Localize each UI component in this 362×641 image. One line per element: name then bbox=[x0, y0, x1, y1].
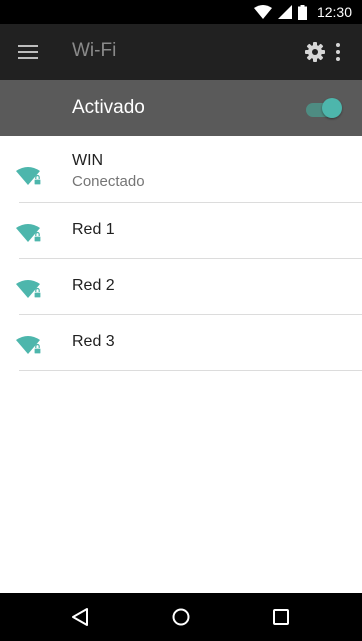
network-list: WIN Conectado Red 1 Red 2 Red 3 bbox=[0, 136, 362, 371]
more-options-button[interactable] bbox=[330, 39, 346, 65]
menu-icon bbox=[18, 45, 38, 59]
wifi-locked-icon bbox=[16, 336, 42, 355]
network-status: Conectado bbox=[72, 173, 145, 190]
network-name: Red 1 bbox=[72, 221, 115, 238]
network-item-red-3[interactable]: Red 3 bbox=[0, 315, 362, 371]
status-bar: 12:30 bbox=[0, 0, 362, 24]
network-item-win[interactable]: WIN Conectado bbox=[0, 136, 362, 203]
network-name: WIN bbox=[72, 152, 104, 169]
toggle-thumb bbox=[322, 98, 342, 118]
wifi-icon bbox=[253, 5, 272, 19]
back-button[interactable] bbox=[68, 605, 92, 629]
menu-button[interactable] bbox=[14, 38, 42, 66]
page-title: Wi-Fi bbox=[72, 40, 117, 61]
app-bar: Wi-Fi bbox=[0, 24, 362, 80]
recents-button[interactable] bbox=[269, 605, 293, 629]
wifi-locked-icon bbox=[16, 280, 42, 299]
settings-gear-icon bbox=[305, 42, 325, 62]
network-name: Red 3 bbox=[72, 333, 115, 350]
battery-icon bbox=[297, 4, 307, 20]
wifi-toggle-switch[interactable] bbox=[304, 98, 344, 118]
home-icon bbox=[172, 608, 190, 626]
recents-icon bbox=[273, 609, 289, 625]
clock: 12:30 bbox=[316, 4, 352, 20]
home-button[interactable] bbox=[169, 605, 193, 629]
wifi-master-switch-row[interactable]: Activado bbox=[0, 80, 362, 136]
back-icon bbox=[72, 608, 88, 626]
cellular-signal-icon bbox=[277, 5, 292, 19]
settings-button[interactable] bbox=[302, 39, 328, 65]
network-name: Red 2 bbox=[72, 277, 115, 294]
wifi-switch-label: Activado bbox=[72, 97, 145, 118]
network-item-red-1[interactable]: Red 1 bbox=[0, 203, 362, 259]
navigation-bar bbox=[0, 593, 362, 641]
status-icons: 12:30 bbox=[253, 3, 352, 21]
network-item-red-2[interactable]: Red 2 bbox=[0, 259, 362, 315]
more-vert-icon bbox=[336, 43, 340, 61]
wifi-locked-icon bbox=[16, 224, 42, 243]
wifi-locked-icon bbox=[16, 167, 42, 186]
divider bbox=[19, 370, 362, 371]
